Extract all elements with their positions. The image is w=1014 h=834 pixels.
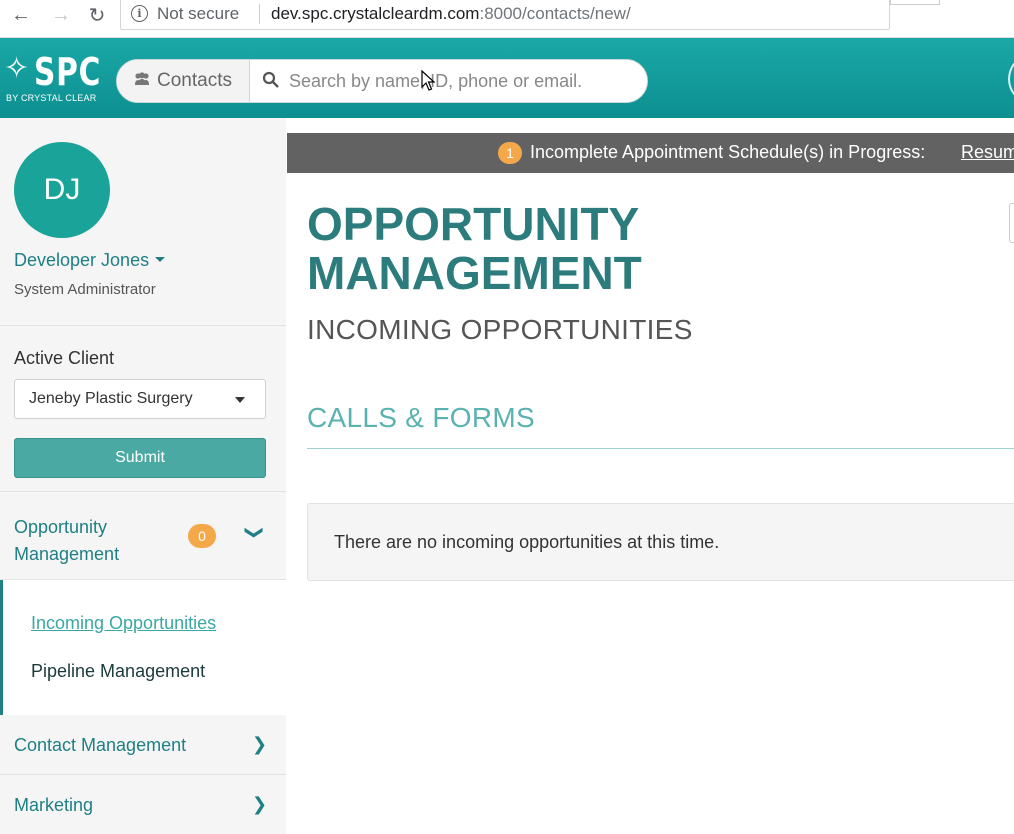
- sidebar-item-label: Contact Management: [14, 735, 187, 755]
- section-divider: [307, 448, 1014, 449]
- back-arrow-icon[interactable]: ←: [8, 3, 34, 27]
- subnav-pipeline-management[interactable]: Pipeline Management: [31, 661, 205, 682]
- main-content: 1 Incomplete Appointment Schedule(s) in …: [287, 118, 1014, 834]
- logo-subtext: BY CRYSTAL CLEAR: [6, 93, 97, 103]
- user-name: Developer Jones: [14, 250, 150, 270]
- label-line-1: Opportunity: [14, 517, 108, 537]
- search-icon: [262, 71, 279, 88]
- sidebar-item-opportunity-management[interactable]: Opportunity Management 0 ❯: [0, 492, 286, 580]
- sidebar: DJ Developer Jones System Administrator …: [0, 118, 286, 834]
- empty-state-message: There are no incoming opportunities at t…: [334, 532, 720, 552]
- search-input[interactable]: [289, 66, 634, 96]
- page-subtitle: INCOMING OPPORTUNITIES: [307, 314, 693, 345]
- user-profile: DJ Developer Jones System Administrator: [0, 118, 286, 326]
- spc-logo[interactable]: ✧ SPC BY CRYSTAL CLEAR: [2, 50, 102, 106]
- subnav-incoming-opportunities[interactable]: Incoming Opportunities: [31, 613, 216, 634]
- alert-text: Incomplete Appointment Schedule(s) in Pr…: [530, 142, 926, 162]
- active-client-label: Active Client: [14, 348, 115, 368]
- sidebar-item-contact-management[interactable]: Contact Management ❯: [0, 715, 286, 775]
- submit-button[interactable]: Submit: [14, 438, 266, 478]
- active-client-select[interactable]: Jeneby Plastic Surgery: [14, 379, 266, 419]
- info-icon[interactable]: i: [131, 5, 148, 22]
- url-divider: [259, 4, 260, 24]
- chevron-down-icon[interactable]: ❯: [244, 525, 265, 540]
- extension-icon[interactable]: [890, 0, 940, 5]
- url-text[interactable]: dev.spc.crystalcleardm.com:8000/contacts…: [271, 4, 631, 24]
- search-scope-label: Contacts: [157, 70, 232, 91]
- resume-link[interactable]: Resume: [961, 142, 1014, 163]
- compass-star-icon: ✧: [4, 52, 30, 85]
- opportunity-subnav: Incoming Opportunities Pipeline Manageme…: [0, 580, 286, 715]
- chevron-right-icon: ❯: [252, 794, 268, 814]
- page-title-line-1: OPPORTUNITY: [307, 198, 640, 250]
- global-search: Contacts: [116, 59, 648, 103]
- sidebar-item-label: Opportunity Management: [14, 514, 119, 568]
- caret-down-icon: [155, 256, 166, 262]
- active-client-section: Active Client Jeneby Plastic Surgery Sub…: [0, 326, 286, 492]
- users-icon: [133, 72, 151, 90]
- browser-toolbar: ← → ↻ i Not secure dev.spc.crystalcleard…: [0, 0, 1014, 38]
- header-menu-icon[interactable]: ❨: [1008, 56, 1014, 102]
- sidebar-item-label: Marketing: [14, 795, 94, 815]
- url-path: :8000/contacts/new/: [479, 4, 631, 23]
- url-host: dev.spc.crystalcleardm.com: [271, 4, 480, 23]
- section-title: CALLS & FORMS: [307, 402, 535, 433]
- sidebar-item-marketing[interactable]: Marketing ❯: [0, 775, 286, 834]
- avatar[interactable]: DJ: [14, 142, 110, 238]
- empty-state-panel: There are no incoming opportunities at t…: [307, 503, 1014, 581]
- page-title-line-2: MANAGEMENT: [307, 247, 642, 299]
- user-menu-toggle[interactable]: Developer Jones: [14, 250, 166, 271]
- logo-text: SPC: [34, 50, 102, 94]
- address-bar[interactable]: i Not secure dev.spc.crystalcleardm.com:…: [120, 0, 890, 30]
- active-client-value: Jeneby Plastic Surgery: [29, 390, 193, 407]
- alert-count-badge: 1: [498, 142, 522, 164]
- alert-banner: 1 Incomplete Appointment Schedule(s) in …: [287, 133, 1014, 173]
- search-scope-button[interactable]: Contacts: [117, 60, 250, 102]
- forward-arrow-icon[interactable]: →: [48, 3, 74, 27]
- chevron-right-icon: ❯: [252, 734, 268, 754]
- mouse-cursor-icon: [421, 70, 435, 91]
- count-badge: 0: [188, 524, 216, 548]
- select-caret-icon: [235, 397, 245, 403]
- action-button[interactable]: [1009, 203, 1014, 243]
- page-title: OPPORTUNITY MANAGEMENT: [307, 200, 727, 298]
- label-line-2: Management: [14, 544, 120, 564]
- user-role: System Administrator: [14, 281, 156, 298]
- security-status: Not secure: [157, 4, 240, 23]
- app-header: ✧ SPC BY CRYSTAL CLEAR Contacts ❨: [0, 38, 1014, 118]
- reload-icon[interactable]: ↻: [84, 3, 110, 27]
